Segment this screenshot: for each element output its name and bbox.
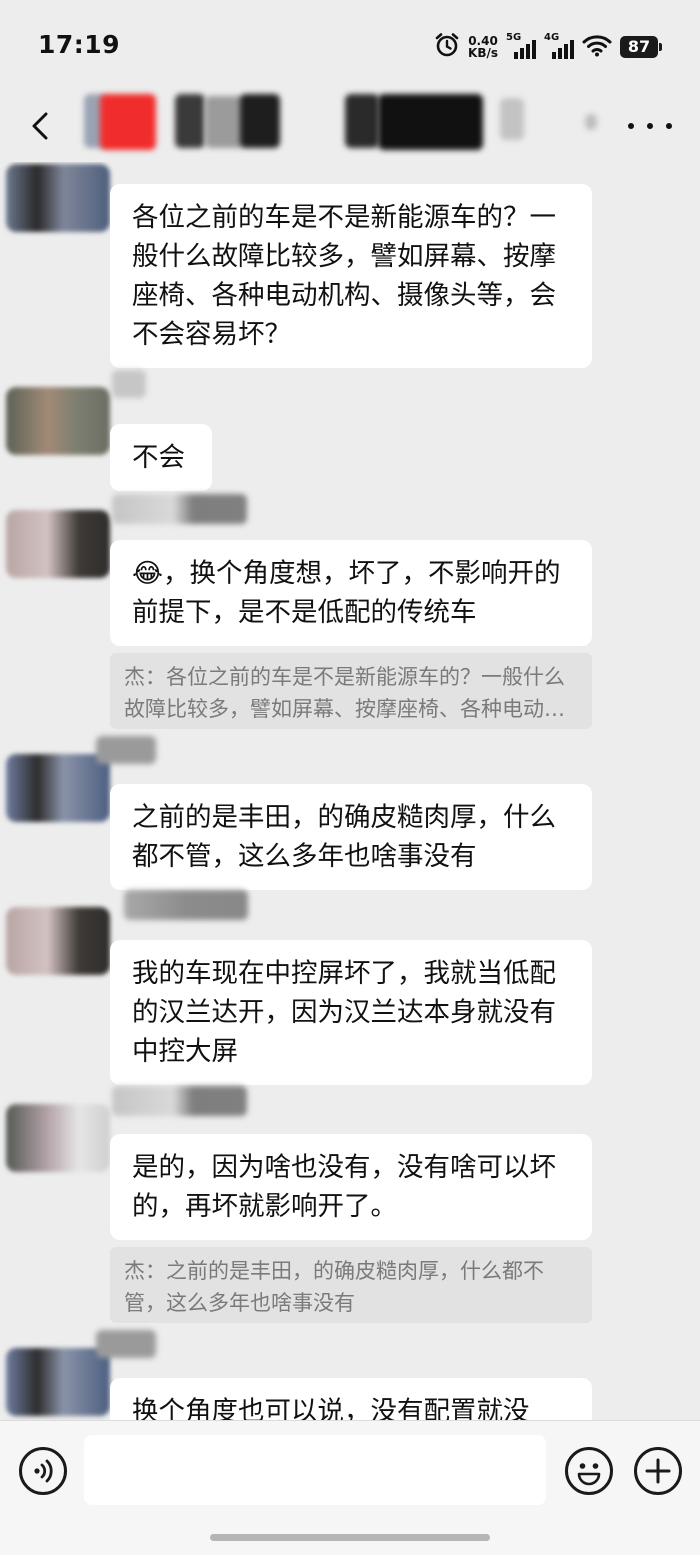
message-text: 之前的是丰田，的确皮糙肉厚，什么都不管，这么多年也啥事没有 [132,802,556,872]
status-icons: 0.40 KB/s 5G 4G 87 [434,32,662,62]
emoji-icon[interactable] [565,1447,613,1495]
message-text: 不会 [132,442,185,473]
avatar[interactable] [6,754,110,822]
emoji-icon: 😂 [132,558,163,589]
avatar[interactable] [6,164,110,232]
network-speed: 0.40 KB/s [468,35,498,59]
chevron-left-icon[interactable] [22,106,62,146]
message-text: 是的，因为啥也没有，没有啥可以坏的，再坏就影响开了。 [132,1152,556,1222]
avatar[interactable] [6,1348,110,1416]
message-text: 我的车现在中控屏坏了，我就当低配的汉兰达开，因为汉兰达本身就没有中控大屏 [132,958,556,1067]
avatar[interactable] [6,387,110,455]
avatar[interactable] [6,907,110,975]
message-text: ，换个角度想，坏了，不影响开的前提下，是不是低配的传统车 [132,558,561,628]
input-bar [0,1420,700,1555]
signal-4g-icon: 4G [544,32,574,59]
quoted-reply[interactable]: 杰：各位之前的车是不是新能源车的？一般什么故障比较多，譬如屏幕、按摩座椅、各种电… [110,653,592,729]
avatar[interactable] [6,510,110,578]
message-bubble[interactable]: 我的车现在中控屏坏了，我就当低配的汉兰达开，因为汉兰达本身就没有中控大屏 [110,940,592,1085]
message-bubble[interactable]: 不会 [110,424,212,491]
wifi-icon [582,33,612,61]
avatar[interactable] [6,1104,110,1172]
message-text: 换个角度也可以说，没有配置就没 [132,1396,530,1420]
status-bar: 17:19 0.40 KB/s 5G 4G 87 [0,0,700,92]
status-time: 17:19 [38,30,121,59]
message-bubble[interactable]: 之前的是丰田，的确皮糙肉厚，什么都不管，这么多年也啥事没有 [110,784,592,890]
plus-icon[interactable] [634,1447,682,1495]
sender-name-redacted [112,1086,247,1116]
quoted-text: 杰：各位之前的车是不是新能源车的？一般什么故障比较多，譬如屏幕、按摩座椅、各种电… [124,665,565,721]
sender-name-redacted [124,890,248,920]
battery-icon: 87 [620,36,662,58]
sender-name-redacted [112,370,146,398]
quoted-text: 杰：之前的是丰田，的确皮糙肉厚，什么都不管，这么多年也啥事没有 [124,1259,544,1315]
sender-name-redacted [112,494,247,524]
more-icon[interactable] [628,106,672,146]
sender-name-redacted [96,1330,156,1358]
message-bubble[interactable]: 各位之前的车是不是新能源车的？一般什么故障比较多，譬如屏幕、按摩座椅、各种电动机… [110,184,592,368]
signal-5g-icon: 5G [506,32,536,59]
home-indicator[interactable] [210,1534,490,1541]
sender-name-redacted [96,736,156,764]
message-bubble[interactable]: 是的，因为啥也没有，没有啥可以坏的，再坏就影响开了。 [110,1134,592,1240]
message-text: 各位之前的车是不是新能源车的？一般什么故障比较多，譬如屏幕、按摩座椅、各种电动机… [132,202,556,350]
message-bubble[interactable]: 😂，换个角度想，坏了，不影响开的前提下，是不是低配的传统车 [110,540,592,646]
voice-icon[interactable] [19,1447,67,1495]
battery-level: 87 [627,37,651,56]
alarm-icon [434,32,460,62]
network-speed-unit: KB/s [468,46,498,60]
message-list[interactable]: 各位之前的车是不是新能源车的？一般什么故障比较多，譬如屏幕、按摩座椅、各种电动机… [0,162,700,1420]
message-bubble[interactable]: 换个角度也可以说，没有配置就没 [110,1378,592,1420]
quoted-reply[interactable]: 杰：之前的是丰田，的确皮糙肉厚，什么都不管，这么多年也啥事没有 [110,1247,592,1323]
message-input[interactable] [84,1435,546,1505]
chat-header [0,92,700,162]
